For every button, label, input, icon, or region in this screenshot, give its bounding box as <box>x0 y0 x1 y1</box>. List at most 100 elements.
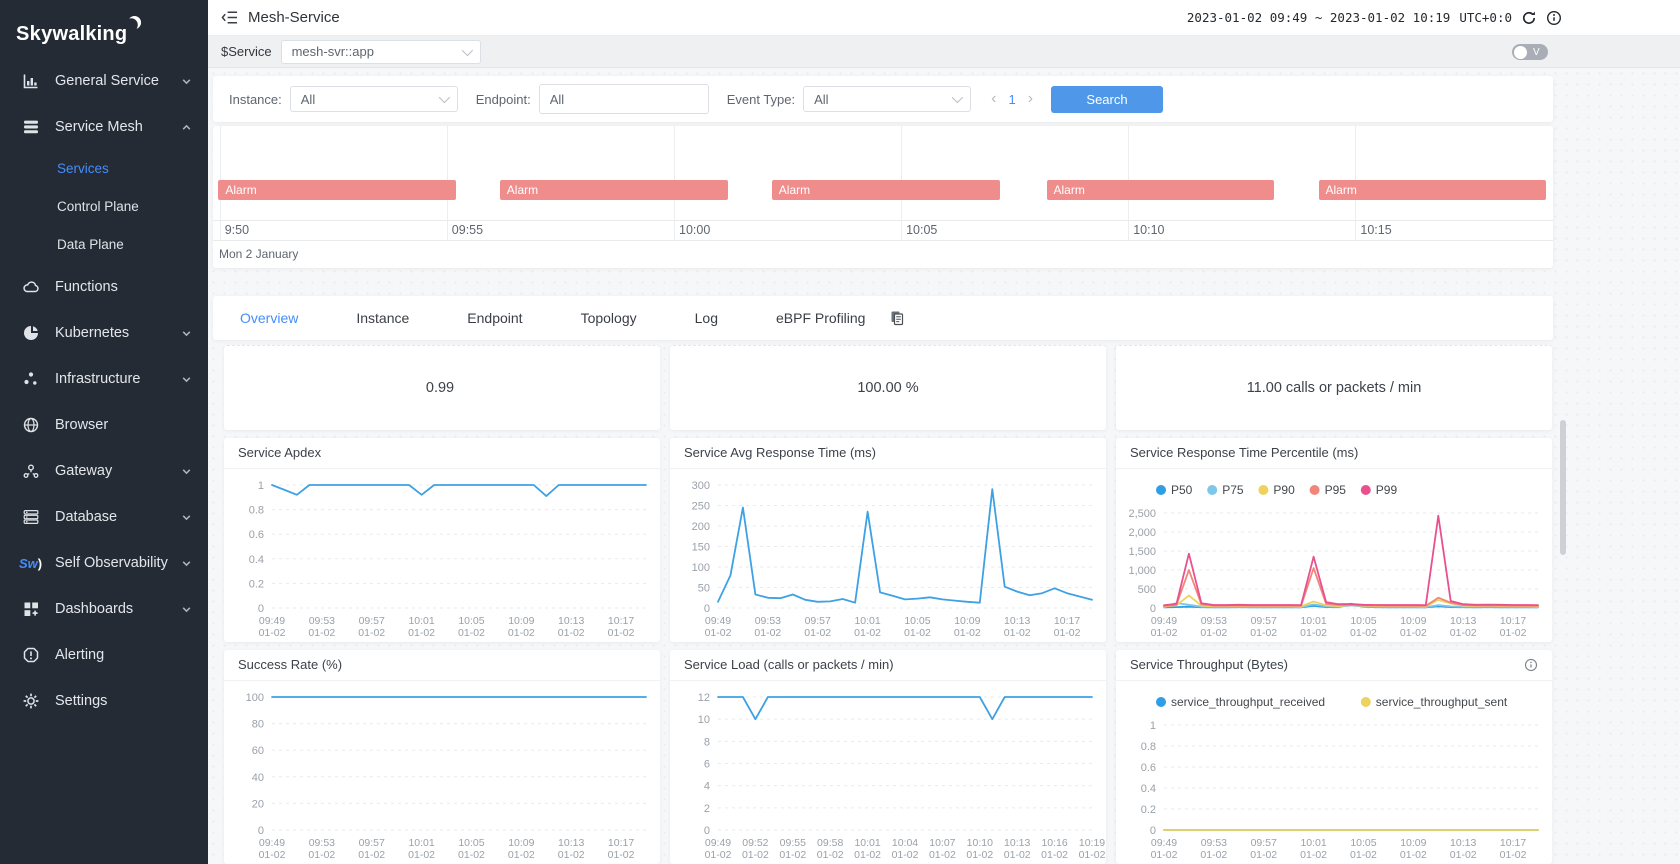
sidebar-item-dashboards[interactable]: Dashboards <box>0 586 208 632</box>
sidebar-item-services[interactable]: Services <box>0 150 208 188</box>
page-title: Mesh-Service <box>248 9 340 26</box>
search-button[interactable]: Search <box>1051 86 1163 113</box>
tab-endpoint[interactable]: Endpoint <box>467 310 522 326</box>
svg-text:09:49: 09:49 <box>705 837 731 849</box>
sidebar-item-alerting[interactable]: Alerting <box>0 632 208 678</box>
svg-text:01-02: 01-02 <box>1500 627 1527 639</box>
svg-text:80: 80 <box>252 719 264 731</box>
metric-card: 11.00calls or packets / min <box>1116 345 1552 430</box>
version-toggle[interactable]: V <box>1512 44 1548 60</box>
chart-title: Service Load (calls or packets / min) <box>684 650 894 680</box>
alarm-bar[interactable]: Alarm <box>772 180 1000 200</box>
service-select-value: mesh-svr::app <box>292 44 374 59</box>
svg-text:1,000: 1,000 <box>1128 565 1156 577</box>
endpoint-input[interactable] <box>539 84 709 114</box>
svg-text:service_throughput_received: service_throughput_received <box>1171 695 1325 709</box>
legend-item[interactable]: P99 <box>1361 483 1398 497</box>
service-select[interactable]: mesh-svr::app <box>281 40 481 64</box>
svg-text:01-02: 01-02 <box>779 849 806 861</box>
tab-log[interactable]: Log <box>695 310 718 326</box>
sidebar-item-functions[interactable]: Functions <box>0 264 208 310</box>
svg-text:0: 0 <box>258 603 264 615</box>
legend-item[interactable]: P75 <box>1207 483 1244 497</box>
chart-area[interactable]: 00.20.40.60.8109:4901-0209:5301-0209:570… <box>224 469 660 642</box>
sidebar-item-gateway[interactable]: Gateway <box>0 448 208 494</box>
chart-panel-service-throughput: Service Throughput (Bytes)00.20.40.60.81… <box>1116 650 1552 864</box>
chevron-down-icon <box>181 328 192 339</box>
sidebar-item-infrastructure[interactable]: Infrastructure <box>0 356 208 402</box>
kubernetes-icon <box>21 324 40 343</box>
legend-item[interactable]: service_throughput_sent <box>1361 695 1508 709</box>
sidebar-item-data-plane[interactable]: Data Plane <box>0 226 208 264</box>
svg-text:0.4: 0.4 <box>1141 783 1156 795</box>
chevron-down-icon <box>439 92 450 103</box>
collapse-sidebar-icon[interactable] <box>221 10 238 25</box>
legend-item[interactable]: P50 <box>1156 483 1193 497</box>
time-range[interactable]: 2023-01-02 09:49 ~ 2023-01-02 10:19 <box>1187 10 1450 25</box>
svg-text:01-02: 01-02 <box>408 849 435 861</box>
dashboard-icon <box>21 600 40 619</box>
legend-item[interactable]: P95 <box>1310 483 1347 497</box>
tab-ebpf-profiling[interactable]: eBPF Profiling <box>776 310 865 326</box>
chart-title: Service Response Time Percentile (ms) <box>1130 438 1358 468</box>
svg-text:09:57: 09:57 <box>359 837 385 849</box>
instance-select[interactable]: All <box>290 86 458 112</box>
svg-text:service_throughput_sent: service_throughput_sent <box>1376 695 1508 709</box>
svg-text:01-02: 01-02 <box>1500 849 1527 861</box>
svg-text:50: 50 <box>698 583 710 595</box>
line-chart: 05001,0001,5002,0002,50009:4901-0209:530… <box>1116 469 1552 642</box>
chart-area[interactable]: 02468101209:4901-0209:5201-0209:5501-020… <box>670 681 1106 864</box>
legend-item[interactable]: P90 <box>1258 483 1295 497</box>
chevron-down-icon <box>181 466 192 477</box>
event-timeline-panel: 9:5009:5510:0010:0510:1010:15AlarmAlarmA… <box>213 126 1553 268</box>
svg-text:2,000: 2,000 <box>1128 527 1156 539</box>
sidebar-item-self-observability[interactable]: Sw)Self Observability <box>0 540 208 586</box>
scrollbar-thumb[interactable] <box>1560 420 1566 555</box>
sidebar-item-browser[interactable]: Browser <box>0 402 208 448</box>
toggle-label: V <box>1533 47 1540 58</box>
legend-item[interactable]: service_throughput_received <box>1156 695 1325 709</box>
sidebar-item-general-service[interactable]: General Service <box>0 58 208 104</box>
prev-page-icon[interactable]: ‹ <box>991 90 996 108</box>
svg-text:01-02: 01-02 <box>1041 849 1068 861</box>
svg-text:01-02: 01-02 <box>904 627 931 639</box>
svg-text:0.8: 0.8 <box>249 505 264 517</box>
svg-text:10:10: 10:10 <box>967 837 993 849</box>
svg-text:P75: P75 <box>1222 483 1244 497</box>
tab-instance[interactable]: Instance <box>356 310 409 326</box>
svg-text:01-02: 01-02 <box>1054 627 1081 639</box>
alarm-bar[interactable]: Alarm <box>500 180 728 200</box>
svg-text:01-02: 01-02 <box>1200 627 1227 639</box>
alarm-bar[interactable]: Alarm <box>1319 180 1547 200</box>
sidebar-item-control-plane[interactable]: Control Plane <box>0 188 208 226</box>
panel-info-icon[interactable] <box>1524 658 1538 672</box>
next-page-icon[interactable]: › <box>1028 90 1033 108</box>
chart-area[interactable]: 05010015020025030009:4901-0209:5301-0209… <box>670 469 1106 642</box>
tab-topology[interactable]: Topology <box>581 310 637 326</box>
svg-text:100: 100 <box>692 562 710 574</box>
sidebar-item-kubernetes[interactable]: Kubernetes <box>0 310 208 356</box>
chart-panel-service-avg-response-time: Service Avg Response Time (ms)0501001502… <box>670 438 1106 642</box>
svg-text:10:17: 10:17 <box>1054 615 1080 627</box>
svg-text:250: 250 <box>692 501 710 513</box>
chart-panel-service-load: Service Load (calls or packets / min)024… <box>670 650 1106 864</box>
skywalking-logo[interactable]: Skywalking <box>0 0 208 58</box>
chart-area[interactable]: 00.20.40.60.8109:4901-0209:5301-0209:570… <box>1116 681 1552 864</box>
info-icon[interactable] <box>1546 10 1562 26</box>
page-number[interactable]: 1 <box>1008 92 1015 107</box>
event-type-select[interactable]: All <box>803 86 971 112</box>
alarm-bar[interactable]: Alarm <box>218 180 455 200</box>
sidebar-item-settings[interactable]: Settings <box>0 678 208 724</box>
copy-dashboard-icon[interactable] <box>889 310 905 326</box>
chart-area[interactable]: 02040608010009:4901-0209:5301-0209:5701-… <box>224 681 660 864</box>
svg-text:01-02: 01-02 <box>508 627 535 639</box>
svg-text:01-02: 01-02 <box>705 627 732 639</box>
tab-overview[interactable]: Overview <box>240 310 298 326</box>
sidebar-item-label: Service Mesh <box>55 119 181 135</box>
alarm-bar[interactable]: Alarm <box>1047 180 1275 200</box>
sidebar-item-database[interactable]: Database <box>0 494 208 540</box>
sidebar-item-service-mesh[interactable]: Service Mesh <box>0 104 208 150</box>
refresh-icon[interactable] <box>1521 10 1537 26</box>
chart-area[interactable]: 05001,0001,5002,0002,50009:4901-0209:530… <box>1116 469 1552 642</box>
svg-text:01-02: 01-02 <box>754 627 781 639</box>
